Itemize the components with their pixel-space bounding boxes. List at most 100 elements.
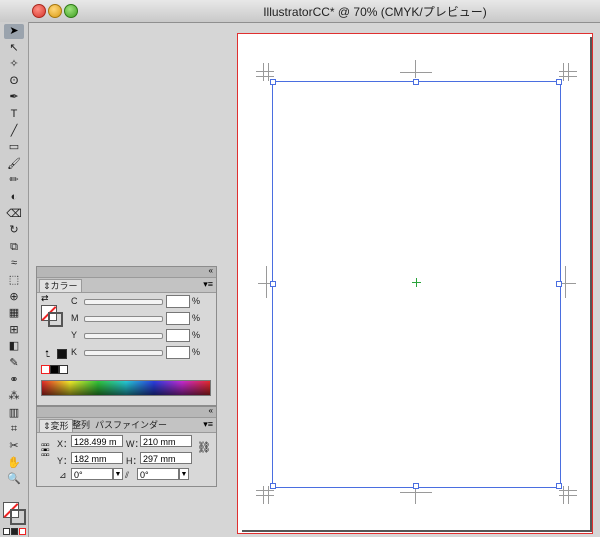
channel-slider-m[interactable] (84, 316, 163, 322)
fill-stroke-swatch[interactable] (3, 502, 26, 525)
last-color-swatch[interactable] (57, 349, 67, 359)
collapse-icon[interactable]: « (209, 406, 213, 415)
reference-point-icon[interactable]: ▫▫▫ ▫▪▫ ▫▫▫ (41, 441, 50, 461)
color-mode-buttons[interactable] (3, 528, 26, 535)
color-fill-stroke[interactable] (41, 305, 63, 327)
collapse-icon[interactable]: « (209, 266, 213, 275)
pen-tool-icon[interactable]: ✒ (4, 90, 24, 105)
resize-handle[interactable] (556, 79, 562, 85)
direct-selection-tool-icon[interactable]: ↖ (4, 41, 24, 56)
center-point-icon-v (416, 278, 417, 287)
none-mode-icon[interactable] (19, 528, 26, 535)
tab-pathfinder[interactable]: パスファインダー (92, 419, 170, 431)
out-of-gamut-icon: ⮤ (45, 349, 51, 359)
perspective-grid-tool-icon[interactable]: ▦ (4, 306, 24, 321)
mesh-tool-icon[interactable]: ⊞ (4, 323, 24, 338)
color-panel-header[interactable]: « (37, 266, 216, 278)
hand-tool-icon[interactable]: ✋ (4, 456, 24, 471)
percent-sign: % (192, 347, 201, 357)
channel-value-k[interactable] (166, 346, 190, 359)
color-panel-tabs: ⇕カラー ▾≡ (37, 278, 216, 293)
rotate-tool-icon[interactable]: ↻ (4, 223, 24, 238)
zoom-window-button[interactable] (64, 4, 78, 18)
eyedropper-tool-icon[interactable]: ✎ (4, 356, 24, 371)
rotate-dropdown-button[interactable]: ▼ (113, 468, 123, 480)
rotate-icon: ⊿ (59, 470, 67, 480)
x-field[interactable]: 128.499 m (71, 435, 123, 447)
close-window-button[interactable] (32, 4, 46, 18)
type-tool-icon[interactable]: T (4, 107, 24, 122)
window-titlebar: IllustratorCC* @ 70% (CMYK/プレビュー) (0, 0, 600, 23)
scale-tool-icon[interactable]: ⧉ (4, 240, 24, 255)
percent-sign: % (192, 296, 201, 306)
stroke-swatch[interactable] (48, 312, 63, 327)
panel-menu-icon[interactable]: ▾≡ (203, 279, 213, 290)
column-graph-tool-icon[interactable]: ▥ (4, 406, 24, 421)
black-swatch[interactable] (50, 365, 59, 374)
selection-tool-icon[interactable]: ➤ (4, 24, 24, 39)
warp-tool-icon[interactable]: ≈ (4, 256, 24, 271)
symbol-sprayer-tool-icon[interactable]: ⁂ (4, 389, 24, 404)
paintbrush-tool-icon[interactable]: 🖌 (4, 157, 24, 172)
none-swatch[interactable] (41, 365, 50, 374)
shear-icon: ⫽ (125, 470, 130, 480)
h-field[interactable]: 297 mm (140, 452, 192, 464)
magic-wand-tool-icon[interactable]: ✧ (4, 57, 24, 72)
pencil-tool-icon[interactable]: ✏ (4, 173, 24, 188)
resize-handle[interactable] (270, 281, 276, 287)
line-tool-icon[interactable]: ╱ (4, 124, 24, 139)
channel-value-m[interactable] (166, 312, 190, 325)
selected-rectangle[interactable] (270, 79, 562, 489)
shear-field[interactable]: 0° (137, 468, 179, 480)
document-title: IllustratorCC* @ 70% (CMYK/プレビュー) (263, 5, 487, 19)
shear-dropdown-button[interactable]: ▼ (179, 468, 189, 480)
zoom-tool-icon[interactable]: 🔍 (4, 472, 24, 487)
resize-handle[interactable] (556, 281, 562, 287)
resize-handle[interactable] (413, 483, 419, 489)
artboard-tool-icon[interactable]: ⌗ (4, 422, 24, 437)
channel-slider-c[interactable] (84, 299, 163, 305)
resize-handle[interactable] (556, 483, 562, 489)
percent-sign: % (192, 330, 201, 340)
minimize-window-button[interactable] (48, 4, 62, 18)
crop-mark (256, 490, 274, 491)
y-field[interactable]: 182 mm (71, 452, 123, 464)
gradient-tool-icon[interactable]: ◧ (4, 339, 24, 354)
rectangle-tool-icon[interactable]: ▭ (4, 140, 24, 155)
register-mark (400, 72, 432, 73)
swap-colors-icon[interactable]: ⇄ (41, 293, 49, 304)
gradient-mode-icon[interactable] (11, 528, 18, 535)
tab-color-label: カラー (50, 281, 78, 291)
blend-tool-icon[interactable]: ⚭ (4, 373, 24, 388)
transform-panel-header[interactable]: « (37, 406, 216, 418)
channel-slider-k[interactable] (84, 350, 163, 356)
channel-value-y[interactable] (166, 329, 190, 342)
w-field[interactable]: 210 mm (140, 435, 192, 447)
free-transform-tool-icon[interactable]: ⬚ (4, 273, 24, 288)
stroke-swatch[interactable] (10, 509, 26, 525)
color-mode-icon[interactable] (3, 528, 10, 535)
tab-color[interactable]: ⇕カラー (39, 279, 82, 292)
color-spectrum[interactable] (41, 380, 211, 396)
channel-value-c[interactable] (166, 295, 190, 308)
transform-panel-tabs: ⇕変形 整列 パスファインダー ▾≡ (37, 418, 216, 433)
lasso-tool-icon[interactable]: ʘ (4, 74, 24, 89)
white-swatch[interactable] (59, 365, 68, 374)
slice-tool-icon[interactable]: ✂ (4, 439, 24, 454)
crop-mark (563, 63, 564, 81)
crop-mark (568, 486, 569, 504)
channel-slider-y[interactable] (84, 333, 163, 339)
color-panel: « ⇕カラー ▾≡ ⇄ C% M% Y% K% ⮤ (36, 266, 217, 406)
tab-transform[interactable]: ⇕変形 (39, 419, 73, 432)
rotate-field[interactable]: 0° (71, 468, 113, 480)
resize-handle[interactable] (270, 483, 276, 489)
resize-handle[interactable] (413, 79, 419, 85)
constrain-proportions-icon[interactable]: ⛓ (197, 441, 211, 454)
panel-menu-icon[interactable]: ▾≡ (203, 419, 213, 430)
tab-align[interactable]: 整列 (69, 419, 93, 431)
resize-handle[interactable] (270, 79, 276, 85)
tab-transform-label: 変形 (50, 421, 69, 431)
blob-brush-tool-icon[interactable]: ◐ (4, 190, 24, 205)
eraser-tool-icon[interactable]: ⌫ (4, 207, 24, 222)
shape-builder-tool-icon[interactable]: ⊕ (4, 290, 24, 305)
